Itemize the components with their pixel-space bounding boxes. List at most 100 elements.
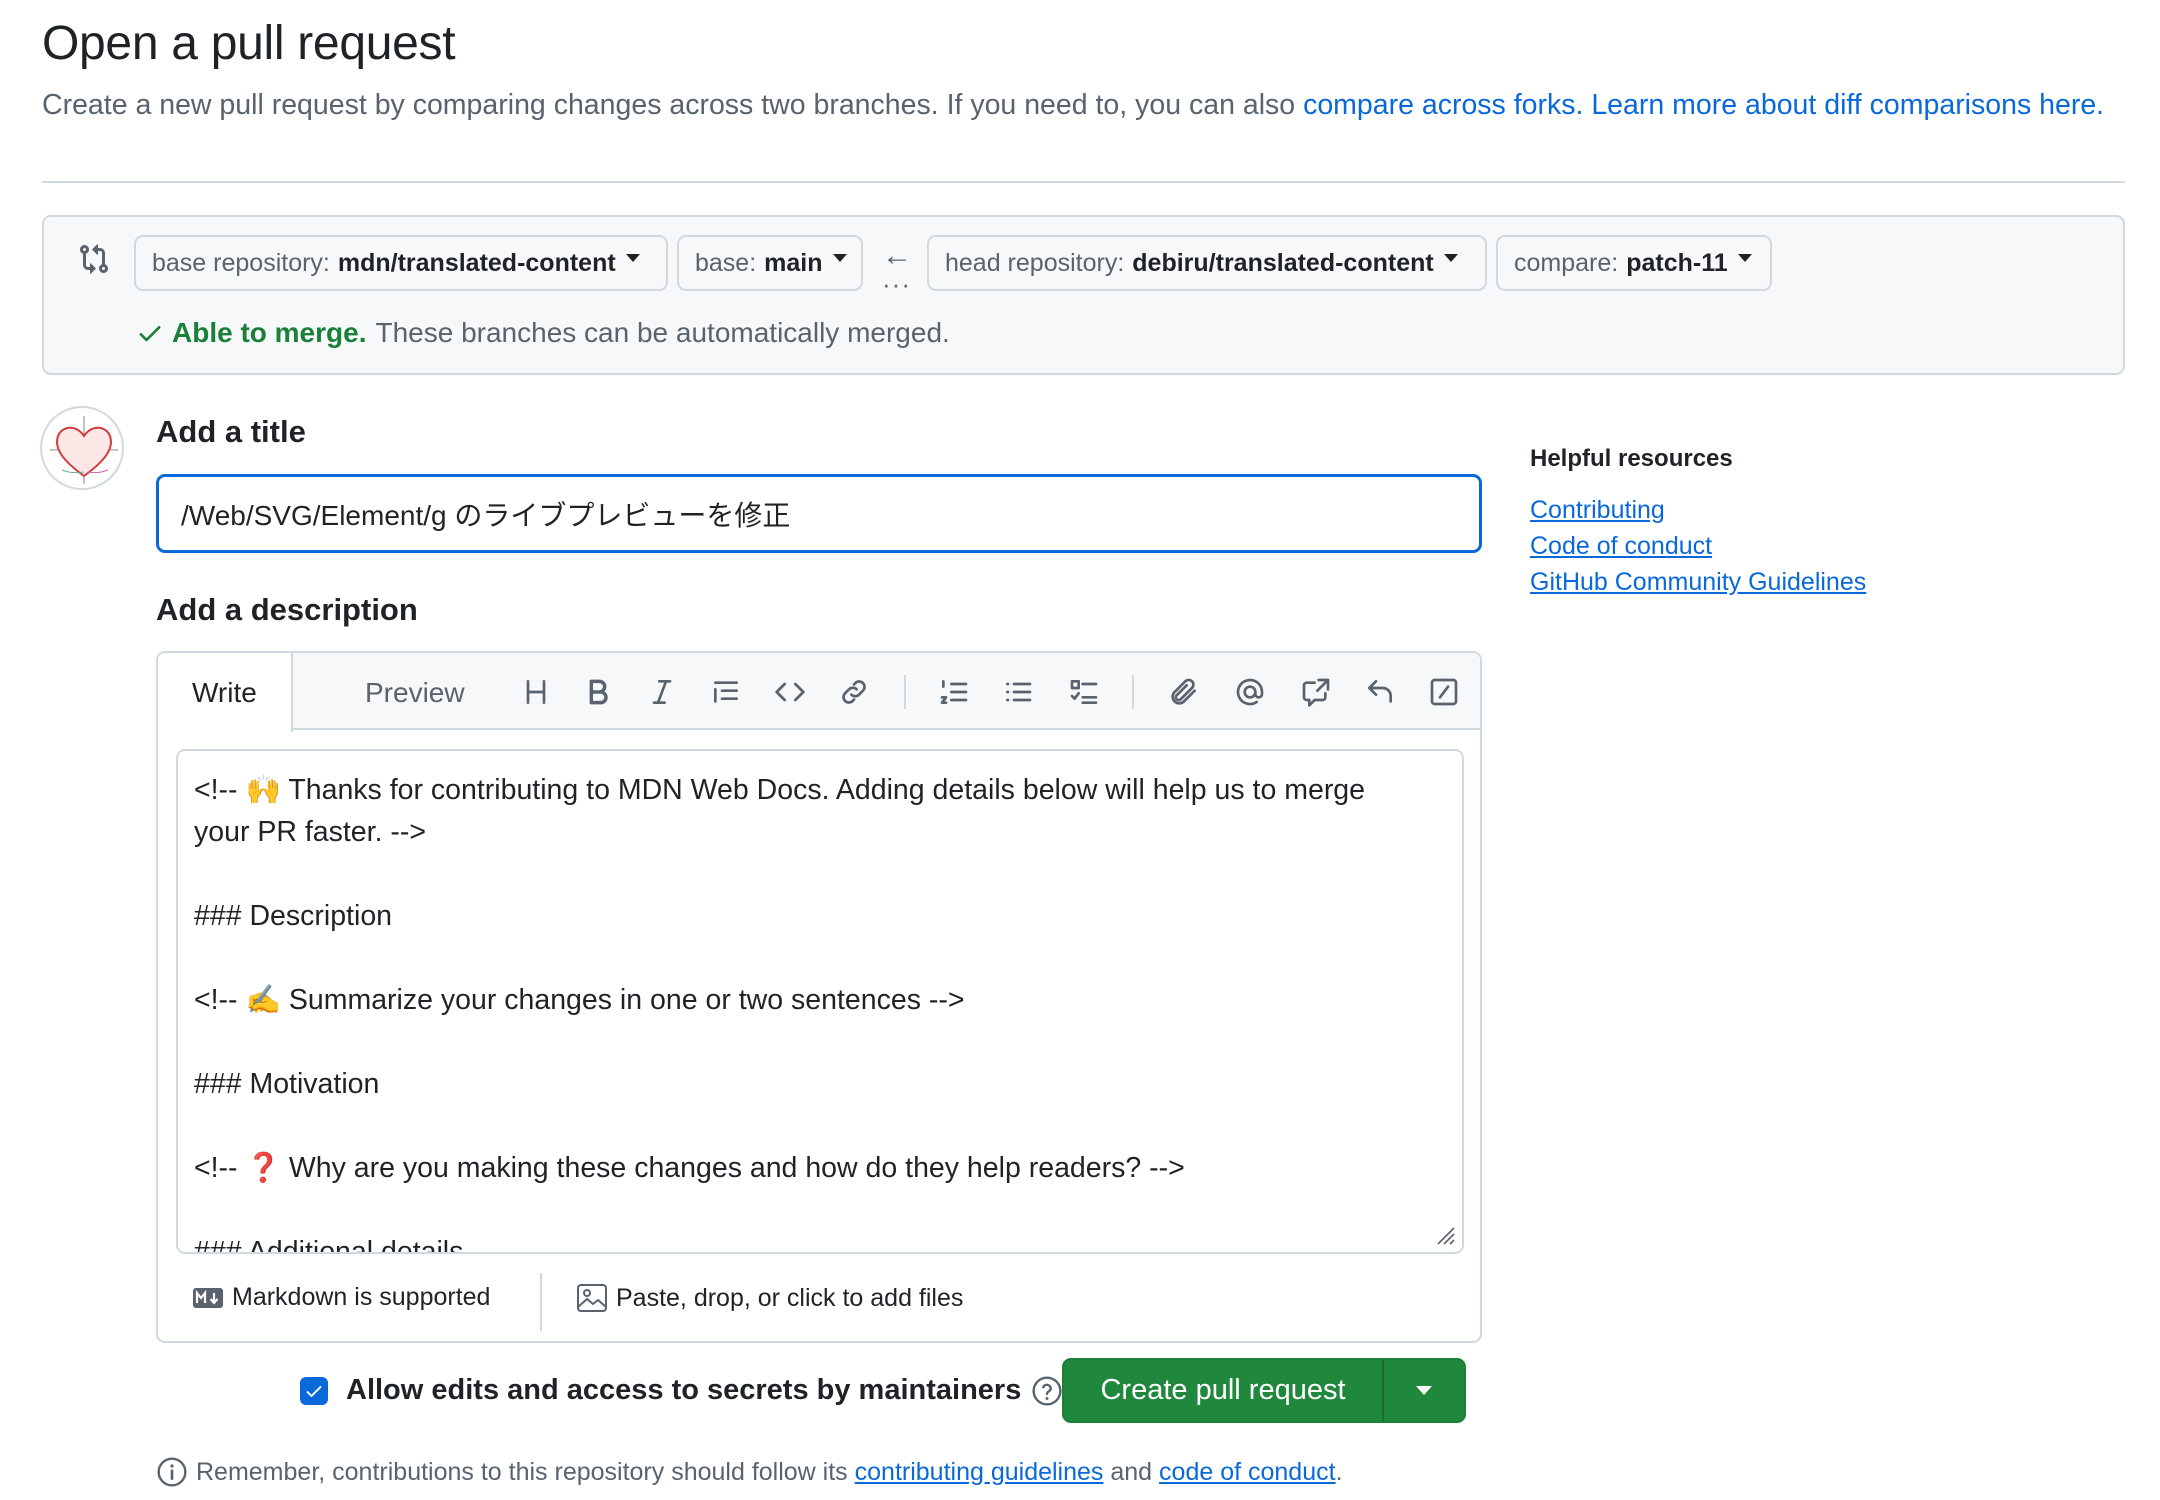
textarea-line (194, 937, 1446, 979)
caret-down-icon (832, 254, 847, 262)
sidebar-link-code-of-conduct[interactable]: Code of conduct (1530, 532, 1712, 561)
sidebar-link-contributing[interactable]: Contributing (1530, 496, 1665, 525)
textarea-line: ### Motivation (194, 1068, 380, 1100)
head-repository-select[interactable]: head repository: debiru/translated-conten… (927, 235, 1487, 291)
unordered-list-button[interactable] (998, 672, 1038, 712)
page-subtitle: Create a new pull request by comparing c… (42, 84, 2122, 126)
compare-branch-label: compare: (1514, 248, 1619, 277)
subtitle-text: Create a new pull request by comparing c… (42, 89, 1304, 121)
tab-write[interactable]: Write (158, 653, 293, 732)
avatar[interactable] (40, 406, 124, 490)
caret-down-icon (1443, 254, 1458, 262)
divider (42, 181, 2125, 183)
mention-button[interactable] (1230, 672, 1270, 712)
caret-down-icon (1737, 254, 1752, 262)
heading-icon (526, 680, 546, 704)
merge-status: Able to merge. These branches can be aut… (136, 317, 950, 349)
compare-across-forks-link[interactable]: compare across forks. (1303, 89, 1583, 121)
italic-button[interactable] (642, 672, 682, 712)
textarea-line: <!-- 🙌 Thanks for contributing to MDN We… (194, 774, 1366, 806)
learn-more-diff-link[interactable]: Learn more about diff comparisons here. (1591, 89, 2104, 121)
base-branch-select[interactable]: base: main (677, 235, 863, 291)
textarea-line: your PR faster. --> (194, 816, 427, 848)
base-repository-select[interactable]: base repository: mdn/translated-content (134, 235, 668, 291)
resize-handle-icon[interactable] (1434, 1224, 1456, 1246)
arrow-left-icon: ← (882, 239, 912, 272)
heart-avatar-icon (50, 416, 118, 484)
sidebar-link-community-guidelines[interactable]: GitHub Community Guidelines (1530, 568, 1866, 597)
ellipsis-icon: ··· (882, 269, 911, 299)
allow-edits-checkbox[interactable] (300, 1376, 328, 1405)
base-repository-label: base repository: (152, 248, 330, 277)
helpful-resources-title: Helpful resources (1530, 445, 1733, 472)
ordered-list-icon (940, 680, 968, 704)
markdown-supported[interactable]: Markdown is supported (192, 1283, 490, 1312)
git-compare-icon (80, 244, 109, 274)
reply-icon (1368, 680, 1392, 703)
textarea-line (194, 1105, 1446, 1147)
base-repository-value: mdn/translated-content (337, 248, 616, 277)
base-branch-value: main (764, 248, 823, 277)
markdown-icon (193, 1287, 223, 1308)
textarea-line (194, 853, 1446, 895)
unordered-list-icon (1006, 682, 1032, 702)
code-button[interactable] (770, 672, 810, 712)
saved-reply-button[interactable] (1360, 672, 1400, 712)
remember-text: Remember, contributions to this reposito… (196, 1457, 848, 1486)
add-description-label: Add a description (156, 592, 418, 627)
tab-preview[interactable]: Preview (331, 653, 499, 732)
create-pull-request-button[interactable]: Create pull request (1064, 1360, 1384, 1421)
merge-description: These branches can be automatically merg… (375, 317, 950, 348)
slash-square-icon (1430, 678, 1458, 706)
page-title: Open a pull request (42, 17, 456, 70)
title-input[interactable] (156, 474, 1482, 553)
slash-commands-button[interactable] (1424, 672, 1464, 712)
create-options-dropdown[interactable] (1384, 1360, 1464, 1421)
question-icon[interactable] (1031, 1375, 1063, 1407)
editor-footer: Markdown is supported Paste, drop, or cl… (158, 1259, 1480, 1341)
textarea-line: <!-- ✍️ Summarize your changes in one or… (194, 984, 965, 1016)
textarea-line: ### Additional details (194, 1236, 464, 1254)
bold-icon (589, 679, 608, 705)
allow-edits-label: Allow edits and access to secrets by mai… (346, 1374, 1022, 1406)
ordered-list-button[interactable] (934, 672, 974, 712)
compare-branch-value: patch-11 (1626, 248, 1728, 277)
heading-button[interactable] (516, 672, 556, 712)
task-list-icon (1070, 680, 1098, 704)
editor-toolbar: Write Preview (158, 653, 1480, 732)
link-button[interactable] (834, 672, 874, 712)
cross-reference-icon (1302, 678, 1330, 707)
create-pull-request-button-group: Create pull request (1062, 1358, 1466, 1423)
info-icon (157, 1457, 187, 1487)
allow-edits-option[interactable]: Allow edits and access to secrets by mai… (300, 1374, 1063, 1407)
toolbar-divider (1132, 675, 1134, 709)
description-editor: Write Preview <!-- 🙌 Thanks for contribu… (156, 651, 1482, 1343)
period-text: . (1335, 1457, 1343, 1486)
textarea-line: <!-- ❓ Why are you making these changes … (194, 1152, 1185, 1184)
link-icon (842, 680, 866, 704)
toolbar-divider (904, 675, 906, 709)
head-repository-label: head repository: (945, 248, 1125, 277)
add-files[interactable]: Paste, drop, or click to add files (576, 1283, 963, 1313)
contributing-guidelines-link[interactable]: contributing guidelines (855, 1458, 1104, 1487)
paperclip-icon (1171, 678, 1196, 705)
check-icon (306, 1385, 322, 1397)
quote-button[interactable] (706, 672, 746, 712)
textarea-line (194, 1189, 1446, 1231)
bold-button[interactable] (578, 672, 618, 712)
task-list-button[interactable] (1064, 672, 1104, 712)
code-of-conduct-link[interactable]: code of conduct (1159, 1458, 1336, 1487)
textarea-line (194, 1021, 1446, 1063)
italic-icon (652, 680, 672, 704)
add-title-label: Add a title (156, 414, 306, 449)
markdown-note: Markdown is supported (232, 1283, 491, 1311)
attach-button[interactable] (1164, 672, 1204, 712)
image-icon (577, 1284, 607, 1312)
base-branch-label: base: (695, 248, 757, 277)
compare-branch-select[interactable]: compare: patch-11 (1496, 235, 1772, 291)
description-textarea[interactable]: <!-- 🙌 Thanks for contributing to MDN We… (176, 749, 1464, 1254)
compare-box: base repository: mdn/translated-content b… (42, 215, 2125, 375)
mention-icon (1236, 678, 1264, 706)
cross-reference-button[interactable] (1296, 672, 1336, 712)
files-note: Paste, drop, or click to add files (616, 1283, 964, 1312)
